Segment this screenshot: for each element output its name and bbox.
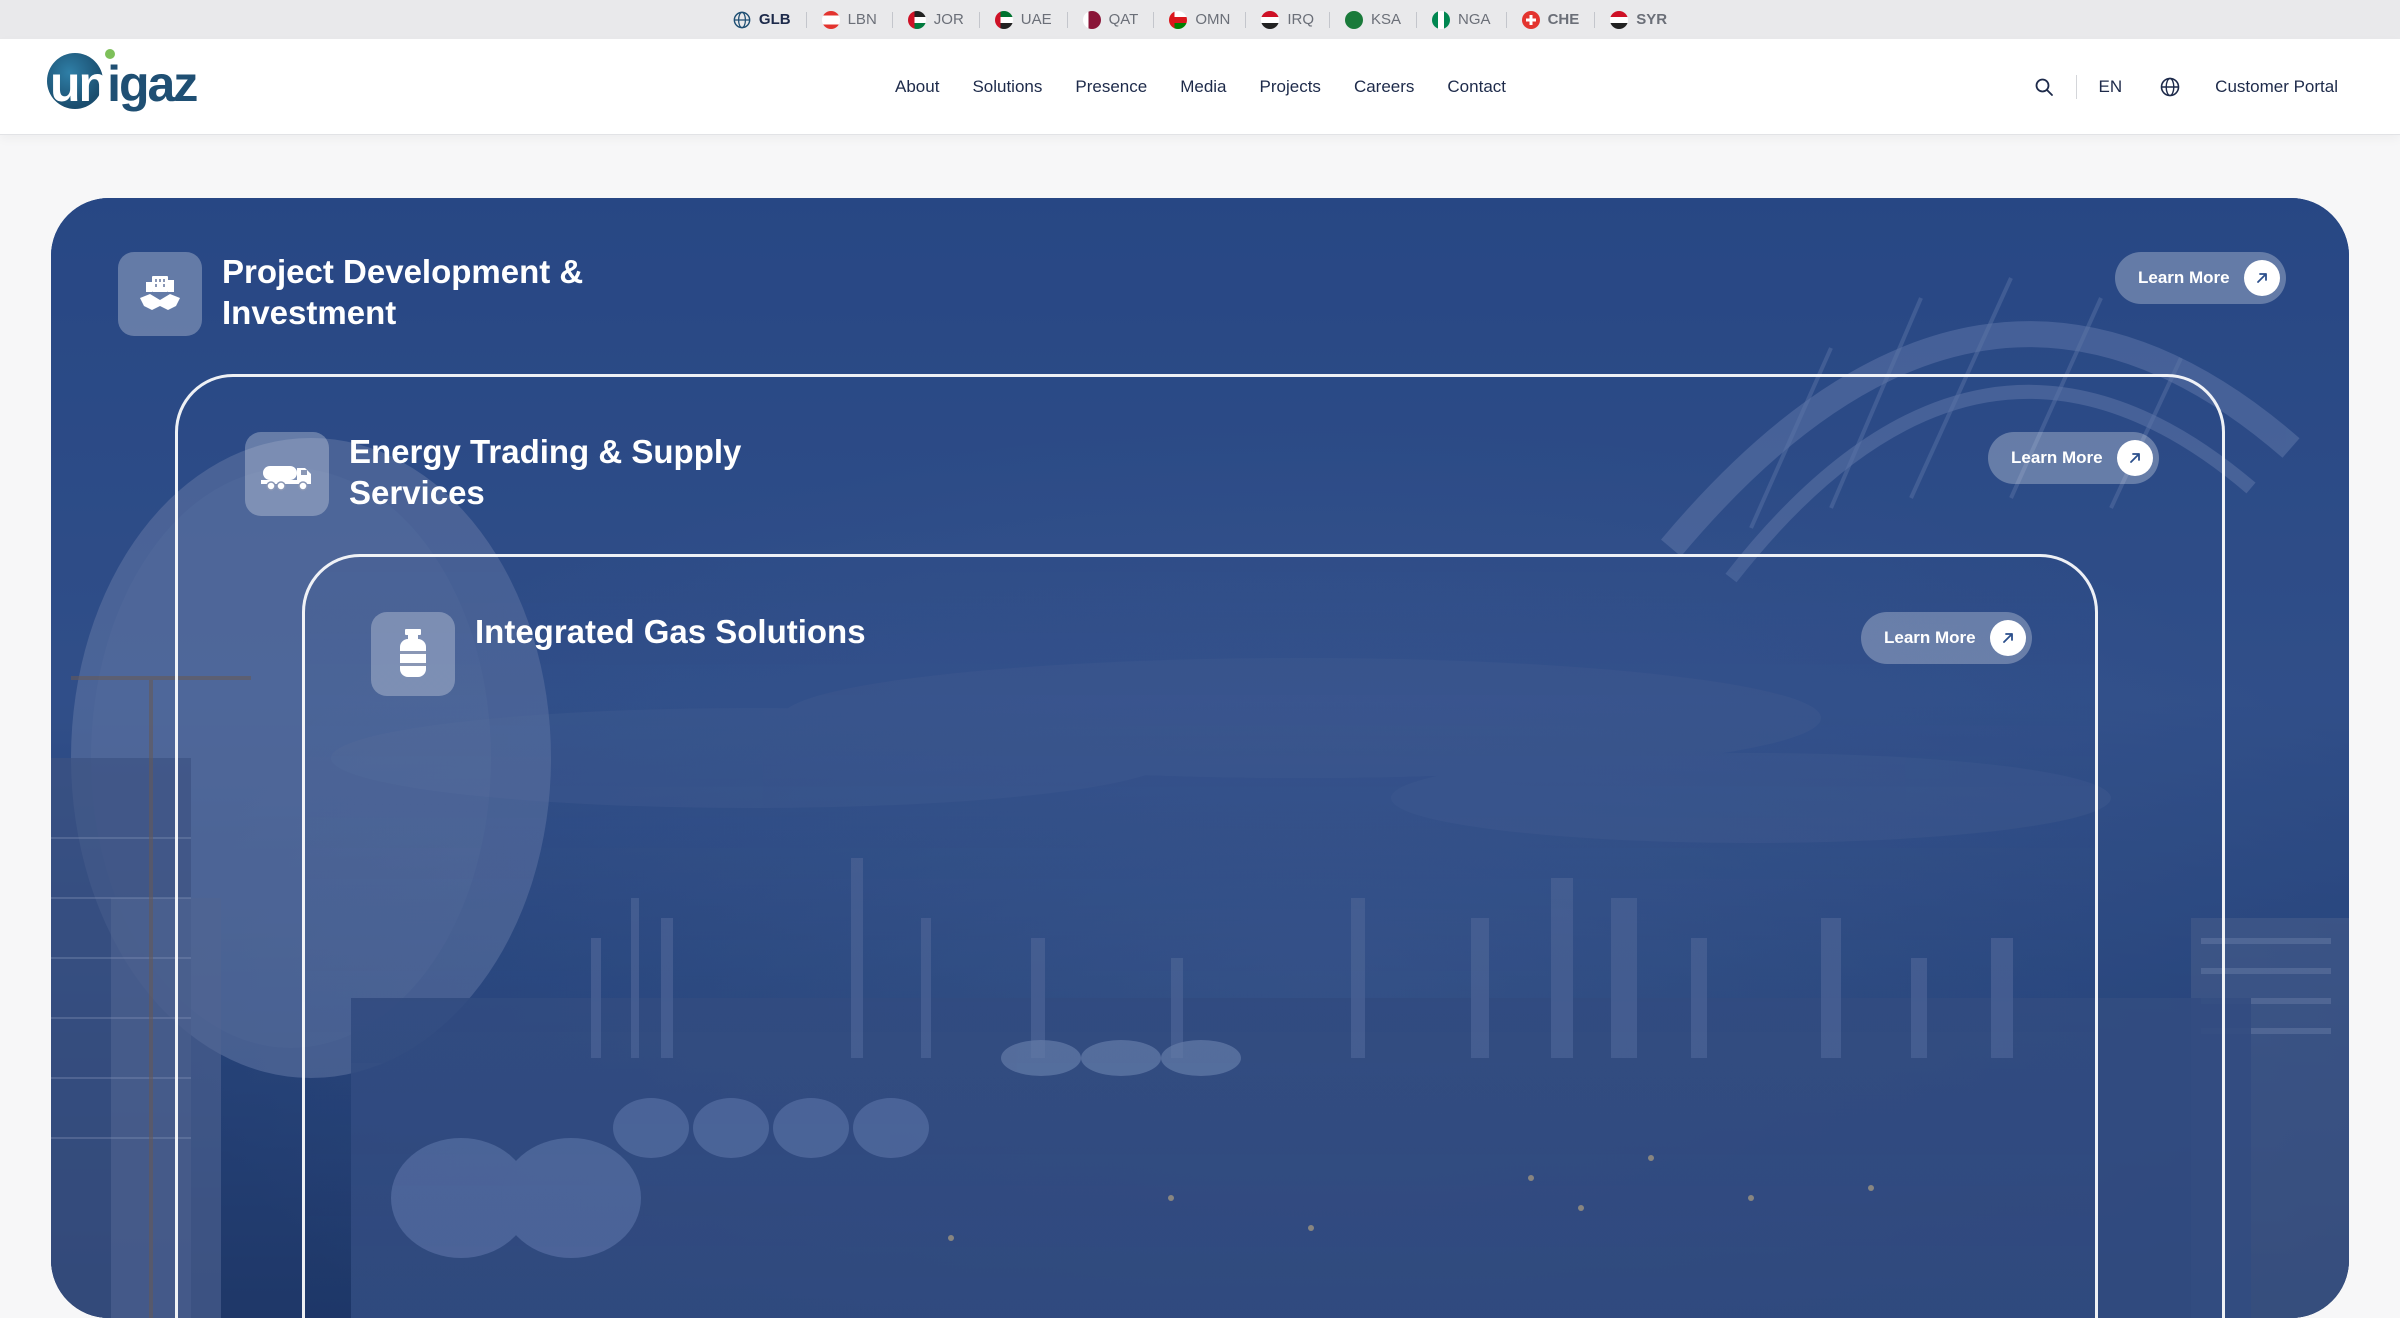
country-list: GLB LBN JOR UAE QAT OMN IRQ KSA NGA CHE … [733,10,1668,29]
country-code: GLB [758,11,791,28]
saudi-flag-icon [1345,10,1364,29]
country-selector-bar: GLB LBN JOR UAE QAT OMN IRQ KSA NGA CHE … [0,0,2400,39]
arrow-up-right-icon [2243,260,2280,296]
country-jor[interactable]: JOR [907,10,964,29]
divider [805,11,807,28]
divider [891,11,893,28]
search-icon[interactable] [2034,77,2054,97]
country-code: LBN [847,11,877,28]
country-code: UAE [1020,11,1052,28]
switzerland-flag-icon [1521,10,1540,29]
nav-careers[interactable]: Careers [1354,77,1414,97]
country-code: KSA [1371,11,1402,28]
site-header: un igaz About Solutions Presence Media Pr… [0,39,2400,135]
country-omn[interactable]: OMN [1169,10,1231,29]
nav-projects[interactable]: Projects [1260,77,1321,97]
globe-icon [733,11,751,28]
country-code: IRQ [1287,11,1315,28]
arrow-up-right-icon [2116,440,2153,476]
customer-portal-link[interactable]: Customer Portal [2215,77,2338,97]
qatar-flag-icon [1082,10,1101,29]
country-syr[interactable]: SYR [1610,10,1668,29]
divider [978,11,980,28]
country-qat[interactable]: QAT [1082,10,1139,29]
card-title-integrated-gas: Integrated Gas Solutions [475,613,866,650]
globe-icon[interactable] [2160,77,2180,97]
language-selector[interactable]: EN [2099,77,2123,97]
uae-flag-icon [994,10,1013,29]
country-code: OMN [1195,11,1231,28]
country-code: QAT [1108,11,1139,28]
country-nga[interactable]: NGA [1432,10,1491,29]
country-ksa[interactable]: KSA [1345,10,1402,29]
integrated-gas-card [302,554,2098,1318]
divider [1153,11,1155,28]
unigaz-logo[interactable]: un igaz [47,49,198,113]
arrow-up-right-icon [1989,620,2026,656]
country-code: NGA [1458,11,1491,28]
logo-rest: igaz [107,56,198,112]
logo-wordmark: un igaz [47,49,198,113]
tanker-truck-icon [245,432,329,516]
jordan-flag-icon [907,10,926,29]
learn-more-button-integrated-gas[interactable]: Learn More [1861,612,2032,664]
country-code: CHE [1547,11,1580,28]
learn-more-label: Learn More [2011,448,2103,467]
country-lbn[interactable]: LBN [821,10,877,29]
nigeria-flag-icon [1432,10,1451,29]
divider [1594,11,1596,28]
divider [1329,11,1331,28]
learn-more-label: Learn More [1884,628,1976,647]
nav-presence[interactable]: Presence [1075,77,1147,97]
iraq-flag-icon [1261,10,1280,29]
handshake-building-icon [118,252,202,336]
country-che[interactable]: CHE [1521,10,1580,29]
country-code: SYR [1636,11,1668,28]
logo-dot [105,49,115,59]
country-uae[interactable]: UAE [994,10,1052,29]
header-utilities: EN Customer Portal [2034,39,2338,134]
gas-cylinder-icon [371,612,455,696]
learn-more-button-energy-trading[interactable]: Learn More [1988,432,2159,484]
nav-solutions[interactable]: Solutions [972,77,1042,97]
country-irq[interactable]: IRQ [1261,10,1315,29]
divider [1505,11,1507,28]
card-title-energy-trading: Energy Trading & Supply Services [349,433,742,511]
country-code: JOR [933,11,964,28]
country-glb[interactable]: GLB [733,11,791,29]
nav-contact[interactable]: Contact [1447,77,1506,97]
card-title-project-development: Project Development & Investment [222,253,584,331]
lebanon-flag-icon [821,10,840,29]
nav-about[interactable]: About [895,77,939,97]
logo-un: un [50,56,109,112]
divider [2075,74,2077,99]
learn-more-button-project-development[interactable]: Learn More [2115,252,2286,304]
oman-flag-icon [1169,10,1188,29]
divider [1245,11,1247,28]
nav-media[interactable]: Media [1180,77,1226,97]
solutions-hero: Project Development & Investment Learn M… [51,198,2349,1318]
divider [1066,11,1068,28]
learn-more-label: Learn More [2138,268,2230,287]
main-nav: About Solutions Presence Media Projects … [895,39,1506,134]
syria-flag-icon [1610,10,1629,29]
divider [1416,11,1418,28]
